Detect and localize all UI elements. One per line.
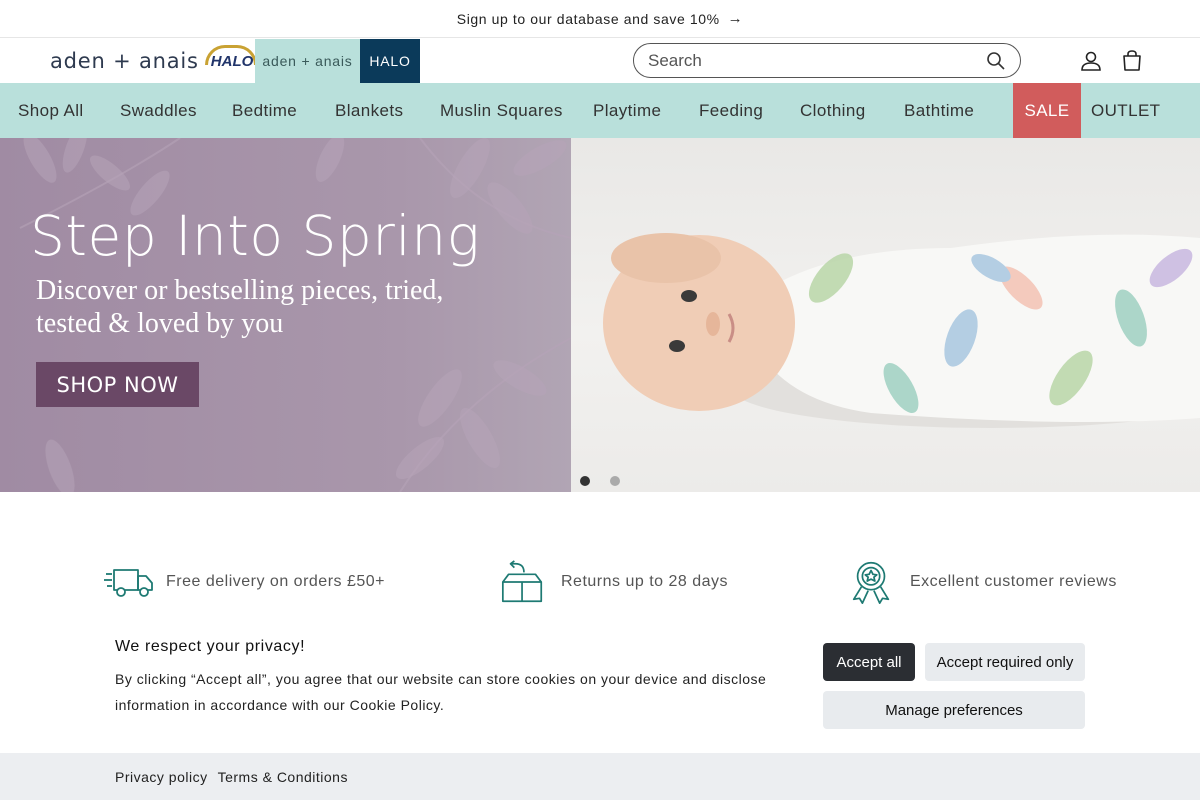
hero-title: Step Into Spring: [30, 204, 481, 268]
nav-item-bedtime[interactable]: Bedtime: [232, 83, 297, 138]
nav-item-blankets[interactable]: Blankets: [335, 83, 403, 138]
feature-returns: Returns up to 28 days: [499, 560, 728, 604]
nav-item-outlet[interactable]: OUTLET: [1091, 83, 1160, 138]
brand-tab-halo[interactable]: HALO: [360, 39, 420, 83]
cookie-description: By clicking “Accept all”, you agree that…: [115, 671, 767, 713]
nav-item-bathtime[interactable]: Bathtime: [904, 83, 974, 138]
carousel-dot-1[interactable]: [580, 476, 590, 486]
returns-box-icon: [501, 560, 543, 603]
nav-item-playtime[interactable]: Playtime: [593, 83, 661, 138]
feature-delivery: Free delivery on orders £50+: [104, 560, 385, 604]
hero-carousel[interactable]: Step Into Spring Discover or bestselling…: [0, 138, 1200, 492]
cart-icon[interactable]: [1120, 49, 1144, 73]
cookie-title: We respect your privacy!: [115, 638, 306, 655]
shop-now-button[interactable]: SHOP NOW: [36, 362, 199, 407]
nav-item-shop-all[interactable]: Shop All: [18, 83, 84, 138]
award-badge-icon: [852, 561, 890, 604]
nav-item-sale[interactable]: SALE: [1013, 83, 1081, 138]
accept-all-button[interactable]: Accept all: [823, 643, 915, 681]
carousel-dot-2[interactable]: [610, 476, 620, 486]
account-icon[interactable]: [1079, 49, 1103, 73]
search-box[interactable]: [633, 43, 1021, 78]
feature-reviews: Excellent customer reviews: [848, 560, 1117, 604]
nav-item-clothing[interactable]: Clothing: [800, 83, 866, 138]
hero-image-baby-swaddle[interactable]: [571, 138, 1200, 492]
logo-text: aden + anais: [50, 49, 199, 73]
terms-conditions-link[interactable]: Terms & Conditions: [218, 769, 348, 785]
feature-returns-text: Returns up to 28 days: [561, 573, 729, 590]
feature-delivery-text: Free delivery on orders £50+: [166, 573, 385, 590]
cookie-footer-links: Privacy policy Terms & Conditions: [0, 753, 1200, 800]
baby-illustration: [603, 233, 1200, 428]
site-logo[interactable]: aden + anais HALO: [50, 44, 257, 75]
announcement-bar[interactable]: Sign up to our database and save 10% →: [0, 0, 1200, 38]
feature-reviews-text: Excellent customer reviews: [910, 573, 1117, 590]
nav-item-muslin-squares[interactable]: Muslin Squares: [440, 83, 563, 138]
brand-tab-aden[interactable]: aden + anais: [255, 39, 360, 83]
privacy-policy-link[interactable]: Privacy policy: [115, 769, 208, 785]
nav-item-feeding[interactable]: Feeding: [699, 83, 763, 138]
delivery-truck-icon: [104, 569, 153, 597]
halo-ring-icon: [204, 44, 257, 65]
search-icon[interactable]: [986, 51, 1006, 71]
site-header: aden + anais HALO aden + anais HALO: [0, 39, 1200, 83]
carousel-dots: [580, 476, 620, 486]
arrow-right-icon: →: [727, 10, 744, 27]
logo-halo: HALO: [204, 44, 257, 70]
hero-promo-panel: Step Into Spring Discover or bestselling…: [0, 138, 571, 492]
manage-preferences-button[interactable]: Manage preferences: [823, 691, 1085, 729]
search-input[interactable]: [648, 50, 986, 71]
main-nav: Shop All Swaddles Bedtime Blankets Musli…: [0, 83, 1200, 138]
accept-required-button[interactable]: Accept required only: [925, 643, 1085, 681]
announcement-text[interactable]: Sign up to our database and save 10%: [457, 11, 720, 27]
hero-subtitle: Discover or bestselling pieces, tried, t…: [36, 275, 444, 339]
cookie-banner: We respect your privacy! By clicking “Ac…: [0, 620, 1200, 753]
nav-item-swaddles[interactable]: Swaddles: [120, 83, 197, 138]
